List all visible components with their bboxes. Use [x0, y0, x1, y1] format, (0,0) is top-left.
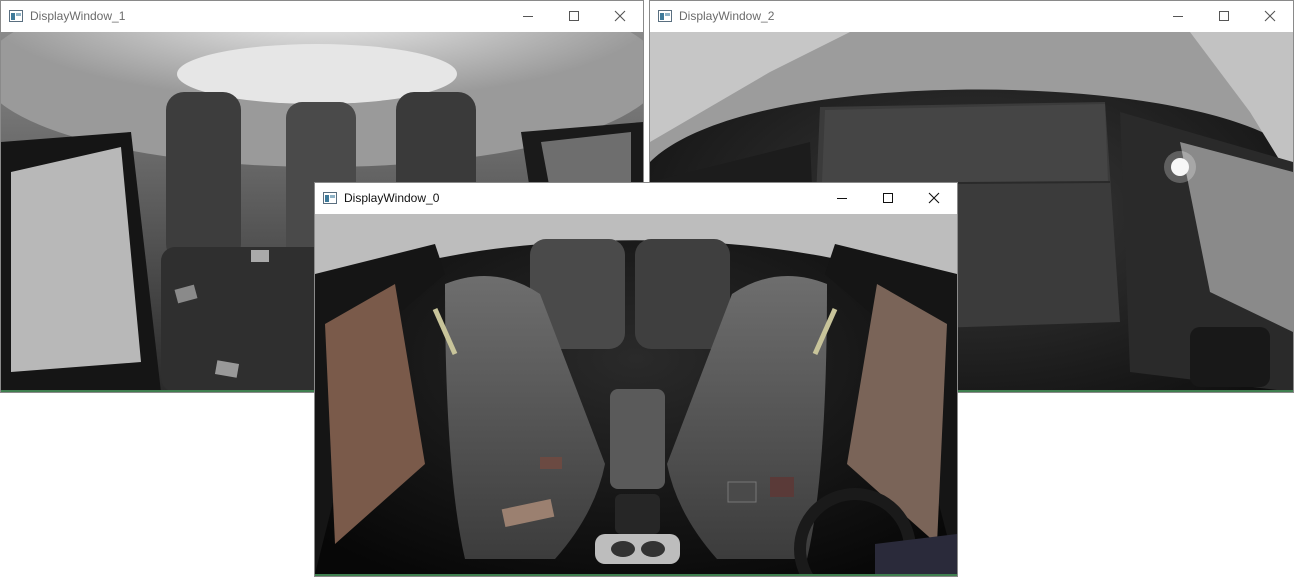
close-icon [614, 10, 626, 22]
maximize-icon [569, 11, 579, 21]
close-button[interactable] [911, 183, 957, 213]
title-bar[interactable]: DisplayWindow_1 [1, 1, 643, 31]
close-icon [1264, 10, 1276, 22]
window-title: DisplayWindow_0 [344, 191, 440, 205]
close-icon [928, 192, 940, 204]
maximize-button[interactable] [551, 1, 597, 31]
title-bar[interactable]: DisplayWindow_0 [315, 183, 957, 213]
window-app-icon [657, 8, 673, 24]
maximize-icon [883, 193, 893, 203]
minimize-button[interactable] [1155, 1, 1201, 31]
minimize-icon [523, 16, 533, 17]
camera-view-front-cabin [315, 214, 957, 576]
window-title: DisplayWindow_2 [679, 9, 775, 23]
minimize-icon [837, 198, 847, 199]
window-app-icon [322, 190, 338, 206]
close-button[interactable] [597, 1, 643, 31]
maximize-button[interactable] [1201, 1, 1247, 31]
minimize-button[interactable] [505, 1, 551, 31]
display-window-0[interactable]: DisplayWindow_0 [314, 182, 958, 577]
minimize-icon [1173, 16, 1183, 17]
window-title: DisplayWindow_1 [30, 9, 126, 23]
title-bar[interactable]: DisplayWindow_2 [650, 1, 1293, 31]
window-app-icon [8, 8, 24, 24]
maximize-button[interactable] [865, 183, 911, 213]
minimize-button[interactable] [819, 183, 865, 213]
close-button[interactable] [1247, 1, 1293, 31]
maximize-icon [1219, 11, 1229, 21]
